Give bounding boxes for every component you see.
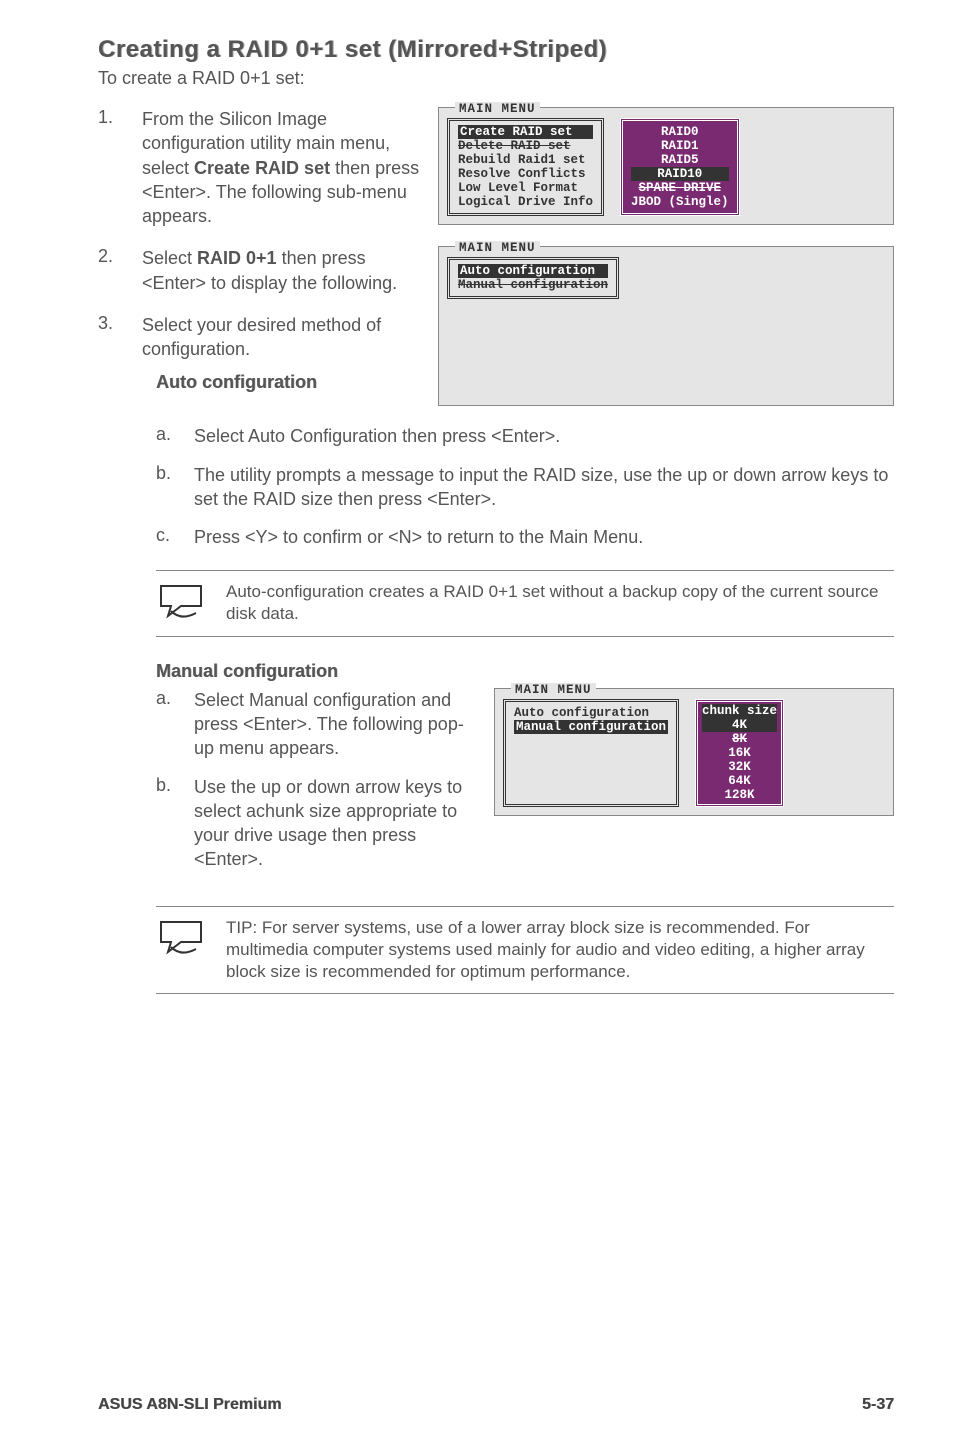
manual-b-text: Use the up or down arrow keys to select …: [194, 775, 480, 872]
manual-a-text: Select Manual configuration and press <E…: [194, 688, 480, 761]
panel3-left-item[interactable]: Manual configuration: [514, 720, 668, 734]
step1-number: 1.: [98, 107, 128, 228]
panel1-right-item[interactable]: SPARE DRIVE: [631, 181, 729, 195]
note1-text: Auto-configuration creates a RAID 0+1 se…: [226, 581, 894, 625]
panel3-title: MAIN MENU: [511, 683, 596, 697]
auto-c-letter: c.: [156, 525, 180, 549]
note1: Auto-configuration creates a RAID 0+1 se…: [156, 570, 894, 637]
step2-bold: RAID 0+1: [197, 248, 277, 268]
note-icon: [156, 917, 206, 962]
note-icon: [156, 581, 206, 626]
auto-b-text: The utility prompts a message to input t…: [194, 463, 894, 512]
chunk-item[interactable]: 4K: [702, 718, 777, 732]
panel1-right-list: RAID0 RAID1 RAID5 RAID10 SPARE DRIVE JBO…: [620, 118, 740, 216]
auto-config-heading: Auto configuration: [156, 372, 424, 393]
manual-config-heading: Manual configuration: [156, 661, 894, 682]
panel1: MAIN MENU Create RAID set Delete RAID se…: [438, 107, 894, 225]
manual-a-letter: a.: [156, 688, 180, 761]
page-footer: ASUS A8N-SLI Premium 5-37: [98, 1396, 894, 1414]
chunk-item[interactable]: 8K: [702, 732, 777, 746]
panel1-title: MAIN MENU: [455, 102, 540, 116]
note2-text: TIP: For server systems, use of a lower …: [226, 917, 894, 983]
step2-number: 2.: [98, 246, 128, 295]
auto-c-text: Press <Y> to confirm or <N> to return to…: [194, 525, 894, 549]
step2-text: Select RAID 0+1 then press <Enter> to di…: [142, 246, 424, 295]
panel3-chunk-list: chunk size 4K 8K 16K 32K 64K 128K: [695, 699, 784, 807]
panel2-item[interactable]: Manual configuration: [458, 278, 608, 292]
chunk-item[interactable]: 16K: [702, 746, 777, 760]
note2: TIP: For server systems, use of a lower …: [156, 906, 894, 994]
panel1-left-item[interactable]: Rebuild Raid1 set: [458, 153, 593, 167]
step3-text: Select your desired method of configurat…: [142, 313, 424, 362]
panel2-item[interactable]: Auto configuration: [458, 264, 608, 278]
panel1-right-item[interactable]: RAID1: [631, 139, 729, 153]
chunk-item[interactable]: 64K: [702, 774, 777, 788]
panel1-left-item[interactable]: Delete RAID set: [458, 139, 593, 153]
chunk-header: chunk size: [702, 704, 777, 718]
footer-right: 5-37: [862, 1396, 894, 1414]
panel1-left-item[interactable]: Logical Drive Info: [458, 195, 593, 209]
chunk-item[interactable]: 128K: [702, 788, 777, 802]
panel1-right-item[interactable]: JBOD (Single): [631, 195, 729, 209]
chunk-item[interactable]: 32K: [702, 760, 777, 774]
panel2: MAIN MENU Auto configuration Manual conf…: [438, 246, 894, 406]
panel1-right-item[interactable]: RAID0: [631, 125, 729, 139]
auto-a-text: Select Auto Configuration then press <En…: [194, 424, 894, 448]
panel1-left-item[interactable]: Low Level Format: [458, 181, 593, 195]
panel3-left-item[interactable]: Auto configuration: [514, 706, 668, 720]
intro-text: To create a RAID 0+1 set:: [98, 68, 894, 89]
step1-text: From the Silicon Image configuration uti…: [142, 107, 424, 228]
panel1-left-item[interactable]: Resolve Conflicts: [458, 167, 593, 181]
panel2-title: MAIN MENU: [455, 241, 540, 255]
panel1-right-item[interactable]: RAID5: [631, 153, 729, 167]
panel2-list: Auto configuration Manual configuration: [447, 257, 619, 299]
step1-bold: Create RAID set: [194, 158, 330, 178]
auto-a-letter: a.: [156, 424, 180, 448]
page-heading: Creating a RAID 0+1 set (Mirrored+Stripe…: [98, 36, 894, 64]
auto-b-letter: b.: [156, 463, 180, 512]
step2-pre: Select: [142, 248, 197, 268]
manual-b-letter: b.: [156, 775, 180, 872]
panel3-left-list: Auto configuration Manual configuration: [503, 699, 679, 807]
panel1-right-item[interactable]: RAID10: [631, 167, 729, 181]
step3-number: 3.: [98, 313, 128, 362]
panel1-left-item[interactable]: Create RAID set: [458, 125, 593, 139]
footer-left: ASUS A8N-SLI Premium: [98, 1396, 281, 1414]
panel3: MAIN MENU Auto configuration Manual conf…: [494, 688, 894, 816]
panel1-left-list: Create RAID set Delete RAID set Rebuild …: [447, 118, 604, 216]
